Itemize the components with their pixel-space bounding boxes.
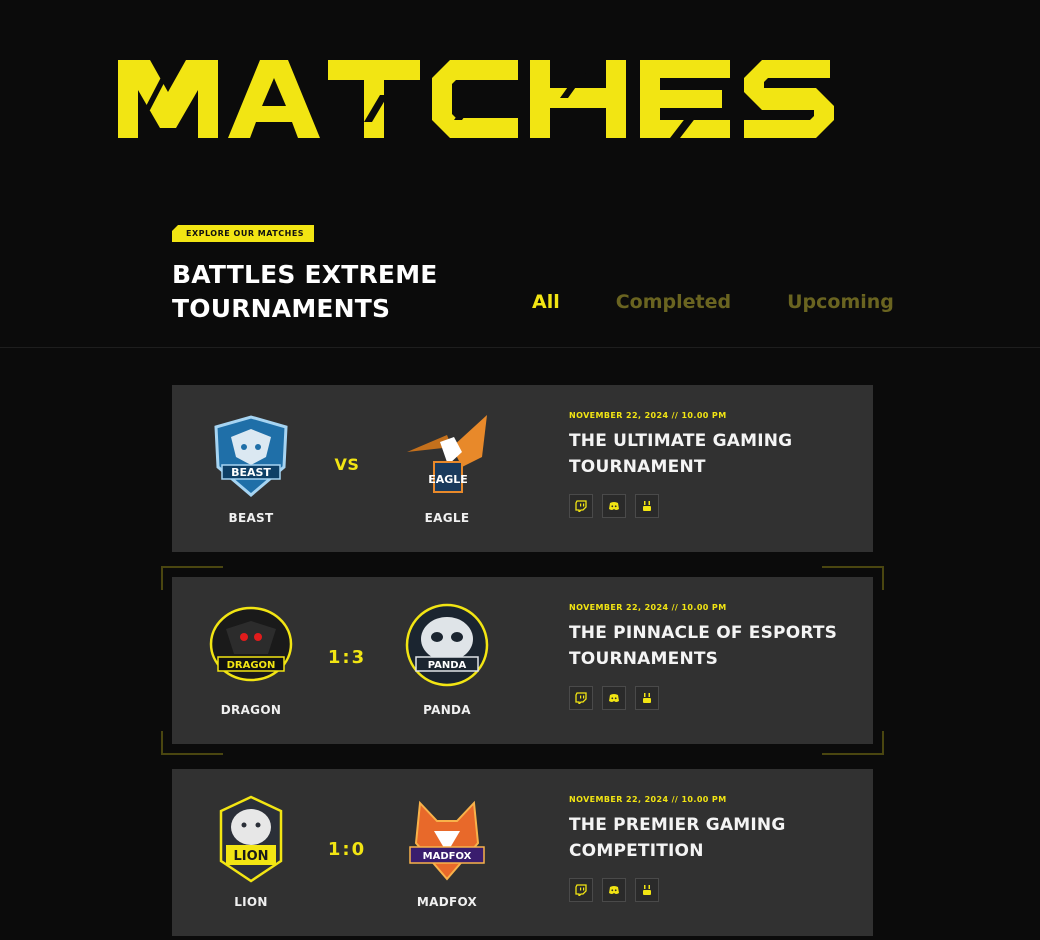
match-title-line-1: THE PINNACLE OF ESPORTS: [569, 623, 838, 643]
filter-tabs: All Completed Upcoming: [532, 291, 894, 313]
match-card[interactable]: BEAST BEAST VS EAGLE EAGLE NOVEMBER 22, …: [172, 385, 873, 552]
match-card[interactable]: LION LION 1:0 MADFOX MADFOX NOVEMBER 22,…: [172, 769, 873, 936]
svg-text:MADFOX: MADFOX: [423, 851, 472, 862]
lion-logo-icon: LION: [219, 795, 283, 883]
team-a-name: DRAGON: [220, 703, 282, 717]
match-title-line-1: THE ULTIMATE GAMING: [569, 431, 793, 451]
match-title[interactable]: THE PREMIER GAMING COMPETITION: [569, 812, 859, 864]
youtube-icon[interactable]: [635, 494, 659, 518]
match-title-line-2: COMPETITION: [569, 841, 704, 861]
section-divider: [0, 347, 1040, 348]
team-b-name: EAGLE: [424, 511, 470, 525]
social-links: [569, 494, 859, 518]
discord-icon[interactable]: [602, 686, 626, 710]
tab-upcoming[interactable]: Upcoming: [787, 291, 894, 313]
team-a-name: BEAST: [228, 511, 274, 525]
discord-icon[interactable]: [602, 878, 626, 902]
team-a: DRAGON DRAGON: [196, 599, 306, 717]
match-card[interactable]: DRAGON DRAGON 1:3 PANDA PANDA NOVEMBER 2…: [172, 577, 873, 744]
match-title-line-2: TOURNAMENT: [569, 457, 706, 477]
match-info: NOVEMBER 22, 2024 // 10.00 PM THE PREMIE…: [569, 795, 859, 902]
heading-line-1: BATTLES EXTREME: [172, 260, 438, 289]
hero: [0, 0, 1040, 200]
matches-title-graphic: [118, 60, 834, 138]
eagle-logo-icon: EAGLE: [407, 415, 487, 493]
team-a: LION LION: [196, 791, 306, 909]
svg-text:EAGLE: EAGLE: [428, 473, 468, 486]
match-title[interactable]: THE PINNACLE OF ESPORTS TOURNAMENTS: [569, 620, 859, 672]
section-tag: EXPLORE OUR MATCHES: [172, 225, 315, 242]
discord-icon[interactable]: [602, 494, 626, 518]
twitch-icon[interactable]: [569, 686, 593, 710]
match-date: NOVEMBER 22, 2024 // 10.00 PM: [569, 603, 727, 612]
match-title[interactable]: THE ULTIMATE GAMING TOURNAMENT: [569, 428, 859, 480]
madfox-logo-icon: MADFOX: [409, 800, 485, 881]
section-heading: BATTLES EXTREME TOURNAMENTS: [172, 258, 472, 326]
team-a-name: LION: [234, 895, 268, 909]
match-info: NOVEMBER 22, 2024 // 10.00 PM THE ULTIMA…: [569, 411, 859, 518]
team-b: EAGLE EAGLE: [392, 407, 502, 525]
twitch-icon[interactable]: [569, 878, 593, 902]
svg-text:PANDA: PANDA: [428, 660, 467, 671]
panda-logo-icon: PANDA: [405, 603, 489, 687]
social-links: [569, 878, 859, 902]
team-b: MADFOX MADFOX: [392, 791, 502, 909]
social-links: [569, 686, 859, 710]
match-date: NOVEMBER 22, 2024 // 10.00 PM: [569, 795, 727, 804]
tab-completed[interactable]: Completed: [616, 291, 731, 313]
twitch-icon[interactable]: [569, 494, 593, 518]
dragon-logo-icon: DRAGON: [209, 606, 293, 682]
match-title-line-2: TOURNAMENTS: [569, 649, 719, 669]
heading-line-2: TOURNAMENTS: [172, 294, 391, 323]
beast-logo-icon: BEAST: [214, 415, 288, 497]
tab-all[interactable]: All: [532, 291, 560, 313]
match-date: NOVEMBER 22, 2024 // 10.00 PM: [569, 411, 727, 420]
svg-text:BEAST: BEAST: [231, 466, 271, 479]
section-header: EXPLORE OUR MATCHES BATTLES EXTREME TOUR…: [172, 221, 894, 326]
team-b-name: PANDA: [423, 703, 471, 717]
match-score: VS: [334, 455, 360, 474]
match-score: 1:0: [327, 839, 367, 860]
team-b-name: MADFOX: [416, 895, 478, 909]
youtube-icon[interactable]: [635, 686, 659, 710]
youtube-icon[interactable]: [635, 878, 659, 902]
match-score: 1:3: [327, 647, 367, 668]
team-a: BEAST BEAST: [196, 407, 306, 525]
svg-text:LION: LION: [233, 849, 268, 864]
svg-text:DRAGON: DRAGON: [227, 660, 276, 671]
team-b: PANDA PANDA: [392, 599, 502, 717]
match-title-line-1: THE PREMIER GAMING: [569, 815, 786, 835]
match-info: NOVEMBER 22, 2024 // 10.00 PM THE PINNAC…: [569, 603, 859, 710]
